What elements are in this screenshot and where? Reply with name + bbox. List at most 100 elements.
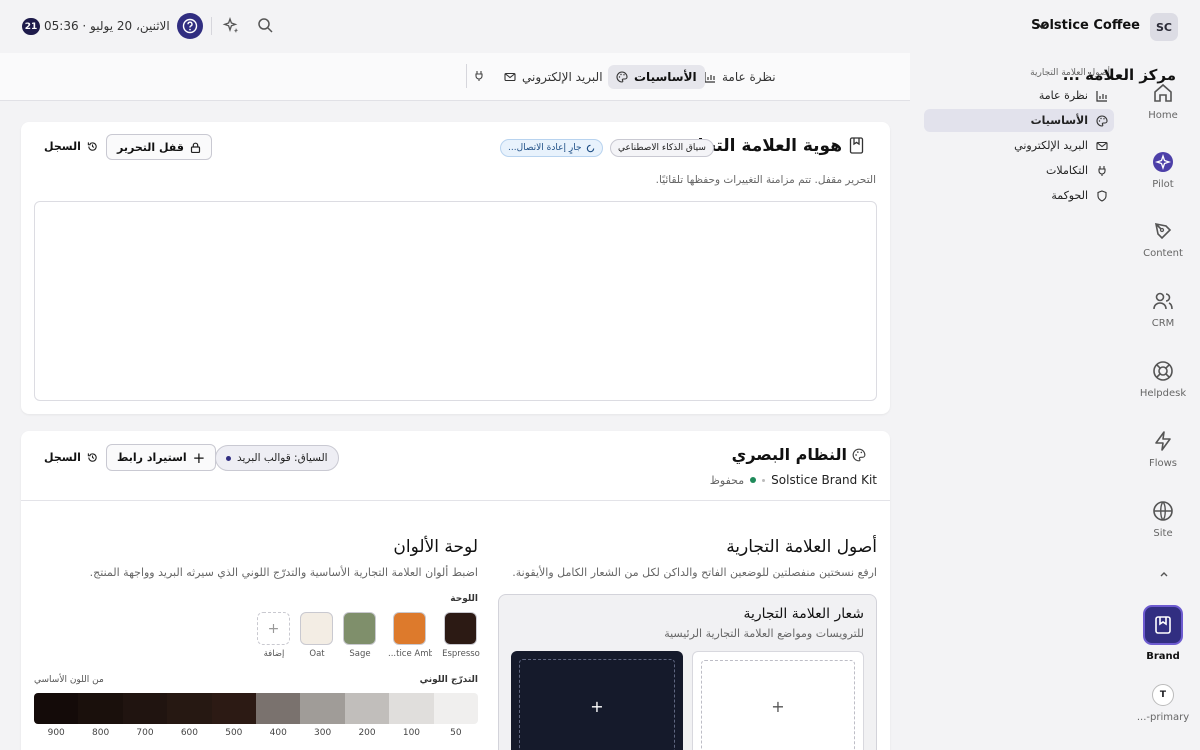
ramp-step-800[interactable] [78,693,123,724]
history-icon [87,453,97,462]
rail-item-flows[interactable]: Flows [1126,430,1200,469]
shield-icon [1097,189,1107,202]
subnav-item-governance[interactable]: الحوكمة [924,184,1114,207]
ramp-step-200[interactable] [344,693,390,724]
rail-item-pilot[interactable]: Pilot [1126,151,1200,190]
upload-plus-icon[interactable]: + [519,659,675,750]
tab-label: البريد الإلكتروني [522,70,603,84]
swatch-oat[interactable]: Oat [295,612,339,659]
subnav-item-overview[interactable]: نظرة عامة [924,84,1114,107]
notification-badge[interactable]: 21 [22,18,40,35]
swatch-color [393,612,426,645]
chart-icon [704,72,715,83]
ramp-step-50[interactable] [433,693,478,724]
context-pill[interactable]: السياق: قوالب البريد [215,445,339,471]
logo-subtitle: للترويسات ومواضع العلامة التجارية الرئيس… [664,627,864,640]
swatch-espresso[interactable]: Espresso [439,612,483,659]
tab-label: الأساسيات [634,70,697,84]
tab-label: نظرة عامة [722,70,776,84]
ramp-step-label: 100 [402,728,421,738]
tab-basics[interactable]: الأساسيات [608,65,705,89]
lock-editing-button[interactable]: قفل التحرير [106,134,212,160]
subnav-item-email[interactable]: البريد الإلكتروني [924,134,1114,157]
subnav-item-integrations[interactable]: التكاملات [924,159,1114,182]
rail-label: Flows [1148,458,1178,469]
ai-context-pill[interactable]: سياق الذكاء الاصطناعي [610,139,714,157]
tab-overview[interactable]: نظرة عامة [696,65,784,89]
history-label: السجل [44,140,81,153]
reconnecting-label: جارٍ إعادة الاتصال... [508,143,582,153]
rail-item-site[interactable]: Site [1126,500,1200,539]
mail-icon [1096,141,1108,150]
ramp-step-300[interactable] [300,693,345,724]
ramp-step-900[interactable] [34,693,79,724]
palette-icon [852,448,866,462]
help-icon[interactable] [177,13,203,39]
ramp-step-600[interactable] [167,693,212,724]
chart-icon [1096,90,1107,102]
visual-history-button[interactable]: السجل [44,451,98,464]
palette-title: لوحة الألوان [393,537,478,557]
logo-title: شعار العلامة التجارية [743,606,864,622]
subnav-item-basics[interactable]: الأساسيات [924,109,1114,132]
rail-item-content[interactable]: Content [1126,220,1200,259]
rail-label: ...-primary [1136,712,1190,723]
pen-icon [1154,222,1172,240]
palette-icon [616,71,628,83]
rail-item-brand[interactable]: Brand [1126,605,1200,662]
subnav-label: الأساسيات [1030,114,1088,127]
search-icon[interactable] [257,17,274,34]
chevron-up-icon[interactable] [1158,568,1170,580]
logo-light-slot[interactable]: + [692,651,864,750]
ramp-step-label: 600 [180,728,199,738]
ramp-step-400[interactable] [256,693,301,724]
rail-item-crm[interactable]: CRM [1126,290,1200,329]
refresh-icon [586,144,594,152]
subnav-label: الحوكمة [1051,189,1088,202]
history-button[interactable]: السجل [44,140,98,153]
logo-dark-slot[interactable]: + [511,651,683,750]
rail-label: Brand [1146,651,1180,662]
rail-item-helpdesk[interactable]: Helpdesk [1126,360,1200,399]
globe-icon [1153,501,1173,521]
swatch-color [444,612,477,645]
plug-icon[interactable] [473,70,485,82]
tab-email[interactable]: البريد الإلكتروني [496,65,611,89]
swatch-name: Oat [309,649,325,659]
identity-editor[interactable] [34,201,877,401]
swatch-amber[interactable]: ...tice Amber [388,612,432,659]
swatch-name: Sage [349,649,371,659]
user-avatar: T [1152,684,1174,706]
ramp-step-700[interactable] [122,693,168,724]
page-title: مركز العلامة ... [1062,66,1176,84]
bookmark-icon [1143,605,1183,645]
subnav-label: البريد الإلكتروني [1014,139,1088,152]
ramp-label: التدرّج اللوني [419,675,478,685]
swatch-sage[interactable]: Sage [338,612,382,659]
upload-plus-icon[interactable]: + [701,660,855,750]
ramp-step-100[interactable] [389,693,434,724]
subnav-label: التكاملات [1046,164,1088,177]
rail-user[interactable]: T ...-primary [1126,684,1200,723]
rail-label: Home [1148,110,1178,121]
rail-label: CRM [1151,318,1175,329]
sparkles-icon[interactable] [222,17,240,35]
import-link-label: استيراد رابط [117,451,187,464]
separator-dot [762,478,766,482]
add-swatch-button[interactable]: + إضافة [252,612,296,659]
import-link-button[interactable]: + استيراد رابط [106,444,217,471]
rail-item-home[interactable]: Home [1126,82,1200,121]
ramp-step-500[interactable] [211,693,257,724]
chevron-down-icon[interactable] [1036,20,1048,32]
workspace-avatar[interactable]: SC [1150,13,1178,41]
plus-icon: + [257,612,290,645]
color-ramp [34,693,478,724]
rail-label: Content [1143,248,1183,259]
palette-label: اللوحة [450,594,478,604]
ramp-step-labels: 900 800 700 600 500 400 300 200 100 50 [34,728,478,738]
identity-note: التحرير مقفل. تتم مزامنة التغييرات وحفظه… [655,174,876,186]
saved-dot [750,477,757,483]
brand-kit-status: محفوظ Solstice Brand Kit [710,473,877,487]
ramp-step-label: 300 [314,728,332,738]
visual-system-title: النظام البصري [731,445,847,464]
